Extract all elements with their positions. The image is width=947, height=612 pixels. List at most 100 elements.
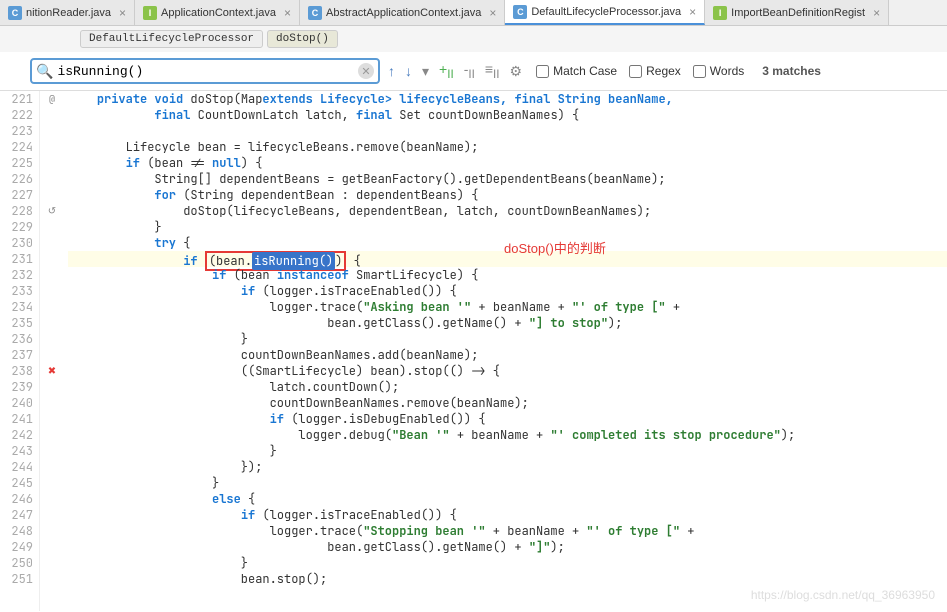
- code-line[interactable]: if (bean != null) {: [68, 155, 947, 171]
- code-line[interactable]: logger.debug("Bean '" + beanName + "' co…: [68, 427, 947, 443]
- gutter-marker: @: [40, 91, 64, 107]
- code-line[interactable]: }: [68, 555, 947, 571]
- file-type-icon: I: [713, 6, 727, 20]
- tab-label: nitionReader.java: [26, 7, 111, 19]
- close-icon[interactable]: ×: [284, 6, 291, 20]
- code-line[interactable]: private void doStop(Mapextends Lifecycle…: [68, 91, 947, 107]
- search-input[interactable]: [53, 64, 358, 79]
- tab-label: AbstractApplicationContext.java: [326, 7, 481, 19]
- line-number: 243: [6, 443, 33, 459]
- tab-defaultlifecycleprocessor-java[interactable]: CDefaultLifecycleProcessor.java×: [505, 0, 705, 25]
- code-line[interactable]: final CountDownLatch latch, final Set co…: [68, 107, 947, 123]
- code-line[interactable]: bean.getClass().getName() + "]");: [68, 539, 947, 555]
- add-selection-icon[interactable]: +II: [437, 61, 456, 81]
- code-area[interactable]: doStop()中的判断 https://blog.csdn.net/qq_36…: [64, 91, 947, 611]
- code-line[interactable]: logger.trace("Stopping bean '" + beanNam…: [68, 523, 947, 539]
- filter-icon[interactable]: ▾: [420, 63, 431, 80]
- line-number: 224: [6, 139, 33, 155]
- line-number: 221: [6, 91, 33, 107]
- close-icon[interactable]: ×: [119, 6, 126, 20]
- code-line[interactable]: countDownBeanNames.remove(beanName);: [68, 395, 947, 411]
- gutter-marker: ✖: [40, 363, 64, 379]
- regex-checkbox[interactable]: Regex: [629, 64, 681, 78]
- code-line[interactable]: ((SmartLifecycle) bean).stop(() -> {: [68, 363, 947, 379]
- gutter-marker: [40, 267, 64, 283]
- code-line[interactable]: for (String dependentBean : dependentBea…: [68, 187, 947, 203]
- clear-search-icon[interactable]: ✕: [358, 63, 374, 79]
- code-line[interactable]: if (logger.isDebugEnabled()) {: [68, 411, 947, 427]
- tab-nitionreader-java[interactable]: CnitionReader.java ×: [0, 0, 135, 25]
- line-number: 239: [6, 379, 33, 395]
- code-line[interactable]: }: [68, 475, 947, 491]
- code-line[interactable]: bean.getClass().getName() + "] to stop")…: [68, 315, 947, 331]
- file-type-icon: I: [143, 6, 157, 20]
- line-number: 250: [6, 555, 33, 571]
- line-number: 247: [6, 507, 33, 523]
- line-number: 235: [6, 315, 33, 331]
- gutter-marker: [40, 251, 64, 267]
- gutter-marker: [40, 283, 64, 299]
- match-case-checkbox[interactable]: Match Case: [536, 64, 617, 78]
- code-line[interactable]: String[] dependentBeans = getBeanFactory…: [68, 171, 947, 187]
- code-line[interactable]: if (bean instanceof SmartLifecycle) {: [68, 267, 947, 283]
- code-line[interactable]: latch.countDown();: [68, 379, 947, 395]
- line-number: 233: [6, 283, 33, 299]
- code-line[interactable]: }: [68, 331, 947, 347]
- gutter-marker: [40, 171, 64, 187]
- line-number: 229: [6, 219, 33, 235]
- marker-gutter: @ ↺ ✖: [40, 91, 64, 611]
- file-type-icon: C: [8, 6, 22, 20]
- line-number: 225: [6, 155, 33, 171]
- code-line[interactable]: bean.stop();: [68, 571, 947, 587]
- tab-importbeandefinitionregist[interactable]: I ImportBeanDefinitionRegist ×: [705, 0, 889, 25]
- line-number: 227: [6, 187, 33, 203]
- gutter-marker: [40, 443, 64, 459]
- code-line[interactable]: }: [68, 219, 947, 235]
- select-all-icon[interactable]: ≡II: [483, 61, 502, 81]
- line-number: 237: [6, 347, 33, 363]
- line-number: 246: [6, 491, 33, 507]
- code-line[interactable]: [68, 123, 947, 139]
- line-number: 222: [6, 107, 33, 123]
- line-number: 228: [6, 203, 33, 219]
- code-line[interactable]: }: [68, 443, 947, 459]
- tab-applicationcontext-java[interactable]: IApplicationContext.java×: [135, 0, 300, 25]
- code-line[interactable]: countDownBeanNames.add(beanName);: [68, 347, 947, 363]
- gutter-marker: [40, 459, 64, 475]
- settings-icon[interactable]: ⚙: [508, 63, 525, 80]
- code-line[interactable]: });: [68, 459, 947, 475]
- annotation-text: doStop()中的判断: [504, 241, 606, 257]
- line-number: 238: [6, 363, 33, 379]
- code-line[interactable]: else {: [68, 491, 947, 507]
- breadcrumb-method[interactable]: doStop(): [267, 30, 338, 48]
- editor-tabs: CnitionReader.java×IApplicationContext.j…: [0, 0, 947, 26]
- remove-selection-icon[interactable]: -II: [462, 61, 477, 81]
- tab-abstractapplicationcontext-java[interactable]: C AbstractApplicationContext.java ×: [300, 0, 505, 25]
- breadcrumb-class[interactable]: DefaultLifecycleProcessor: [80, 30, 263, 48]
- code-line[interactable]: doStop(lifecycleBeans, dependentBean, la…: [68, 203, 947, 219]
- line-number: 248: [6, 523, 33, 539]
- close-icon[interactable]: ×: [689, 5, 696, 19]
- gutter-marker: ↺: [40, 203, 64, 219]
- gutter-marker: [40, 347, 64, 363]
- tab-label: DefaultLifecycleProcessor.java: [531, 6, 681, 18]
- gutter-marker: [40, 187, 64, 203]
- gutter-marker: [40, 395, 64, 411]
- code-line[interactable]: if (logger.isTraceEnabled()) {: [68, 283, 947, 299]
- close-icon[interactable]: ×: [873, 6, 880, 20]
- breadcrumb: DefaultLifecycleProcessor doStop(): [0, 26, 947, 52]
- code-line[interactable]: Lifecycle bean = lifecycleBeans.remove(b…: [68, 139, 947, 155]
- search-bar: 🔍 ✕ ↑ ↓ ▾ +II -II ≡II ⚙ Match Case Regex…: [0, 52, 947, 91]
- close-icon[interactable]: ×: [489, 6, 496, 20]
- line-number: 249: [6, 539, 33, 555]
- gutter-marker: [40, 379, 64, 395]
- code-line[interactable]: if (logger.isTraceEnabled()) {: [68, 507, 947, 523]
- code-line[interactable]: logger.trace("Asking bean '" + beanName …: [68, 299, 947, 315]
- next-match-icon[interactable]: ↓: [403, 63, 414, 79]
- line-number: 234: [6, 299, 33, 315]
- words-checkbox[interactable]: Words: [693, 64, 744, 78]
- prev-match-icon[interactable]: ↑: [386, 63, 397, 79]
- file-type-icon: C: [308, 6, 322, 20]
- line-number-gutter: 2212222232242252262272282292302312322332…: [0, 91, 40, 611]
- tab-label: ImportBeanDefinitionRegist: [731, 7, 865, 19]
